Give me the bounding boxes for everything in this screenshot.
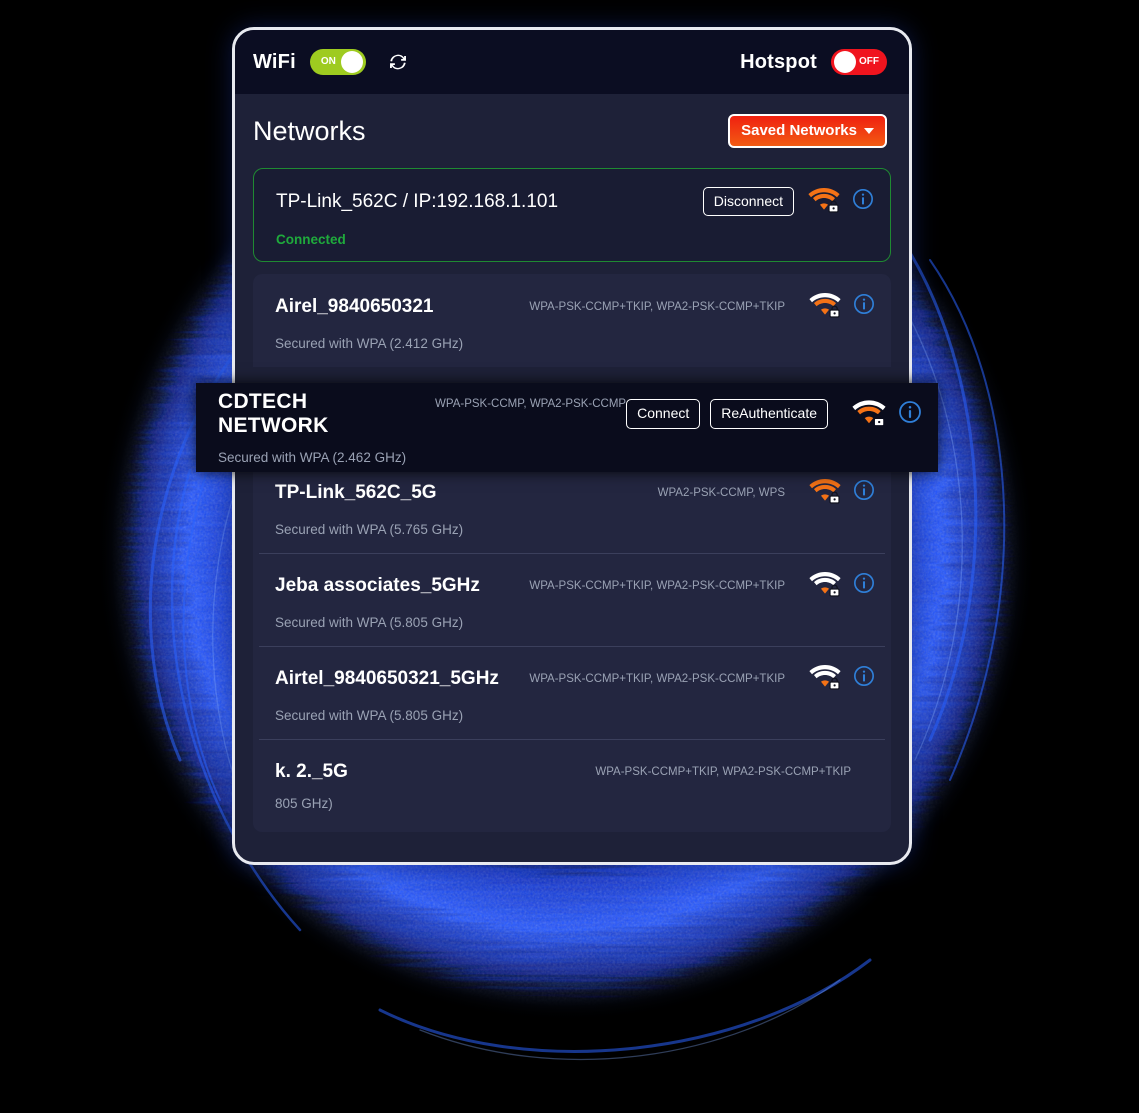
overlay-capabilities: WPA-PSK-CCMP, WPA2-PSK-CCMP bbox=[435, 398, 627, 410]
wifi-signal-icon bbox=[809, 569, 841, 602]
connected-ssid: TP-Link_562C / IP:192.168.1.101 bbox=[276, 190, 559, 212]
network-ssid: Jeba associates_5GHz bbox=[275, 574, 480, 596]
network-rows: Airel_9840650321 WPA-PSK-CCMP+TKIP, WPA2… bbox=[253, 274, 891, 832]
network-ssid: Airel_9840650321 bbox=[275, 295, 434, 317]
info-icon[interactable] bbox=[898, 400, 922, 429]
info-icon[interactable] bbox=[853, 572, 875, 599]
network-capabilities: WPA2-PSK-CCMP, WPS bbox=[657, 486, 785, 499]
list-item[interactable]: k. 2._5G WPA-PSK-CCMP+TKIP, WPA2-PSK-CCM… bbox=[253, 739, 891, 832]
info-icon[interactable] bbox=[853, 479, 875, 506]
hotspot-label: Hotspot bbox=[740, 50, 817, 73]
network-detail: Secured with WPA (5.765 GHz) bbox=[275, 522, 464, 537]
row-head: Airtel_9840650321_5GHz WPA-PSK-CCMP+TKIP… bbox=[275, 662, 875, 695]
row-icons bbox=[809, 290, 875, 323]
top-bar: WiFi ON Hotspot OFF bbox=[235, 30, 909, 94]
wifi-signal-icon bbox=[852, 397, 886, 432]
network-ssid: Airtel_9840650321_5GHz bbox=[275, 667, 499, 689]
network-detail: Secured with WPA (5.805 GHz) bbox=[275, 708, 464, 723]
hotspot-toggle-knob bbox=[834, 51, 856, 73]
cdtech-network-overlay[interactable]: CDTECH NETWORK WPA-PSK-CCMP, WPA2-PSK-CC… bbox=[196, 383, 938, 472]
saved-networks-button[interactable]: Saved Networks bbox=[728, 114, 887, 148]
hotspot-toggle-state-text: OFF bbox=[859, 56, 879, 67]
wifi-toggle-knob bbox=[340, 51, 363, 73]
wifi-signal-icon bbox=[809, 662, 841, 695]
overlay-icons bbox=[852, 397, 922, 432]
overlay-ssid: CDTECH NETWORK bbox=[218, 390, 329, 437]
network-capabilities: WPA-PSK-CCMP+TKIP, WPA2-PSK-CCMP+TKIP bbox=[595, 765, 851, 778]
connected-network-card[interactable]: TP-Link_562C / IP:192.168.1.101 Disconne… bbox=[253, 168, 891, 262]
info-icon[interactable] bbox=[852, 188, 874, 215]
row-head: TP-Link_562C_5G WPA2-PSK-CCMP, WPS bbox=[275, 476, 875, 509]
networks-header: Networks Saved Networks bbox=[235, 94, 909, 168]
list-item[interactable]: Jeba associates_5GHz WPA-PSK-CCMP+TKIP, … bbox=[253, 553, 891, 646]
saved-networks-label: Saved Networks bbox=[741, 122, 857, 139]
connect-button[interactable]: Connect bbox=[626, 399, 701, 429]
wifi-signal-icon bbox=[809, 290, 841, 323]
network-detail: Secured with WPA (2.412 GHz) bbox=[275, 336, 464, 351]
hotspot-toggle[interactable]: OFF bbox=[831, 49, 887, 75]
list-item[interactable]: Airtel_9840650321_5GHz WPA-PSK-CCMP+TKIP… bbox=[253, 646, 891, 739]
overlay-detail: Secured with WPA (2.462 GHz) bbox=[218, 450, 407, 465]
wifi-signal-icon bbox=[808, 185, 840, 218]
row-icons bbox=[809, 662, 875, 695]
network-capabilities: WPA-PSK-CCMP+TKIP, WPA2-PSK-CCMP+TKIP bbox=[529, 300, 785, 313]
row-icons bbox=[809, 476, 875, 509]
info-icon[interactable] bbox=[853, 293, 875, 320]
network-detail: Secured with WPA (5.805 GHz) bbox=[275, 615, 464, 630]
network-capabilities: WPA-PSK-CCMP+TKIP, WPA2-PSK-CCMP+TKIP bbox=[529, 672, 785, 685]
chevron-down-icon bbox=[864, 127, 874, 134]
list-item[interactable]: Airel_9840650321 WPA-PSK-CCMP+TKIP, WPA2… bbox=[253, 274, 891, 367]
list-item[interactable]: TP-Link_562C_5G WPA2-PSK-CCMP, WPS Secur… bbox=[253, 460, 891, 553]
info-icon[interactable] bbox=[853, 665, 875, 692]
reauthenticate-button[interactable]: ReAuthenticate bbox=[710, 399, 828, 429]
wifi-label: WiFi bbox=[253, 50, 296, 73]
disconnect-button[interactable]: Disconnect bbox=[702, 186, 794, 217]
network-ssid: k. 2._5G bbox=[275, 760, 348, 782]
connected-status: Connected bbox=[276, 232, 346, 247]
network-capabilities: WPA-PSK-CCMP+TKIP, WPA2-PSK-CCMP+TKIP bbox=[529, 579, 785, 592]
row-head: Jeba associates_5GHz WPA-PSK-CCMP+TKIP, … bbox=[275, 569, 875, 602]
wifi-toggle[interactable]: ON bbox=[309, 49, 366, 75]
wifi-signal-icon bbox=[809, 476, 841, 509]
overlay-actions: Connect ReAuthenticate bbox=[626, 397, 922, 432]
wifi-toggle-state-text: ON bbox=[320, 56, 336, 67]
network-detail: 805 GHz) bbox=[275, 795, 333, 811]
refresh-icon[interactable] bbox=[386, 50, 410, 74]
row-icons bbox=[809, 569, 875, 602]
row-head: k. 2._5G WPA-PSK-CCMP+TKIP, WPA2-PSK-CCM… bbox=[275, 761, 875, 783]
row-head: Airel_9840650321 WPA-PSK-CCMP+TKIP, WPA2… bbox=[275, 290, 875, 323]
overlay-row-head: CDTECH NETWORK WPA-PSK-CCMP, WPA2-PSK-CC… bbox=[218, 390, 922, 438]
page-title: Networks bbox=[253, 115, 366, 146]
network-list: TP-Link_562C / IP:192.168.1.101 Disconne… bbox=[235, 168, 909, 832]
connected-icons bbox=[808, 185, 874, 218]
connected-row-head: TP-Link_562C / IP:192.168.1.101 Disconne… bbox=[276, 185, 874, 218]
network-ssid: TP-Link_562C_5G bbox=[275, 481, 437, 503]
